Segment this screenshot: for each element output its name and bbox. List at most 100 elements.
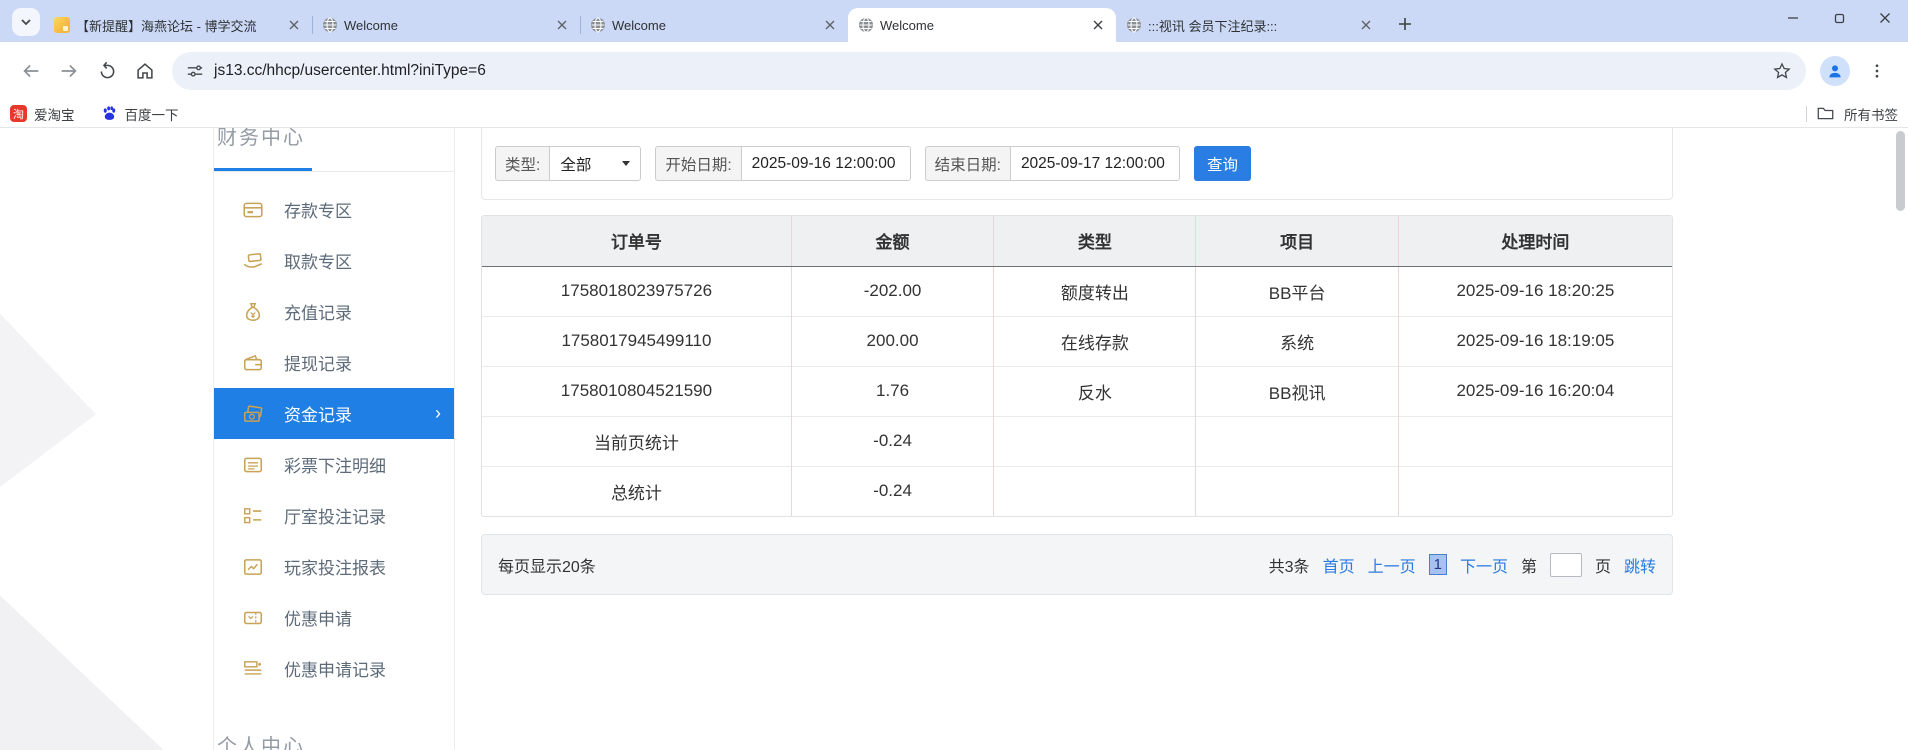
tab-title: Welcome — [344, 17, 398, 33]
browser-menu-button[interactable] — [1858, 52, 1896, 90]
promo-record-icon — [244, 660, 262, 675]
tab-title: 【新提醒】海燕论坛 - 博学交流 — [76, 18, 257, 34]
wallet-icon — [243, 354, 263, 370]
cell-order-no: 1758018023975726 — [482, 265, 792, 316]
sidebar-item-withdraw-record[interactable]: 提现记录 — [214, 337, 454, 388]
tab-close-icon[interactable] — [553, 17, 570, 34]
window-maximize-button[interactable] — [1816, 0, 1862, 36]
cell-type: 反水 — [993, 365, 1196, 416]
forward-icon — [61, 64, 77, 78]
per-page-label: 每页显示20条 — [498, 558, 596, 576]
search-button[interactable]: 查询 — [1193, 146, 1251, 181]
back-button[interactable] — [12, 52, 50, 90]
all-bookmarks-label[interactable]: 所有书签 — [1844, 104, 1898, 124]
header-type: 类型 — [993, 216, 1196, 267]
sidebar-item-hall-bet-record[interactable]: 厅室投注记录 — [214, 490, 454, 541]
url-text[interactable]: js13.cc/hhcp/usercenter.html?iniType=6 — [214, 62, 1772, 80]
cell-amount: 200.00 — [790, 315, 994, 366]
table-row-page-stats: 当前页统计 -0.24 — [482, 415, 1672, 466]
tab-welcome-2[interactable]: Welcome — [580, 8, 848, 42]
tab-title: :::视讯 会员下注纪录::: — [1148, 18, 1278, 34]
tab-search-button[interactable] — [12, 8, 40, 36]
sidebar-item-deposit[interactable]: 存款专区 — [214, 184, 454, 235]
promo-apply-icon — [243, 611, 263, 624]
baidu-icon — [103, 106, 115, 120]
maximize-icon — [1834, 13, 1845, 24]
sidebar-item-promo-record[interactable]: 优惠申请记录 — [214, 643, 454, 694]
header-time: 处理时间 — [1397, 216, 1672, 267]
sidebar-item-recharge-record[interactable]: 充值记录 — [214, 286, 454, 337]
sidebar-item-player-report[interactable]: 玩家投注报表 — [214, 541, 454, 592]
sidebar-item-label: 彩票下注明细 — [284, 457, 386, 476]
globe-favicon — [1127, 17, 1141, 33]
lottery-detail-icon — [243, 457, 263, 472]
money-bag-icon — [245, 302, 261, 321]
cell-order-no: 1758017945499110 — [482, 315, 792, 366]
filter-bar: 类型: 全部 开始日期: 结束日期: 查询 — [481, 128, 1673, 200]
folder-icon — [1817, 107, 1834, 120]
end-date-label: 结束日期: — [924, 146, 1010, 181]
page-scrollbar-thumb[interactable] — [1896, 131, 1905, 211]
header-amount: 金额 — [790, 216, 994, 267]
bookmark-baidu[interactable]: 百度一下 — [101, 104, 179, 124]
sidebar-item-withdraw[interactable]: 取款专区 — [214, 235, 454, 286]
sidebar-item-promo-apply[interactable]: 优惠申请 — [214, 592, 454, 643]
hall-bet-icon — [244, 507, 262, 523]
home-icon — [137, 63, 153, 79]
page-jump-input[interactable] — [1549, 552, 1582, 577]
globe-favicon — [591, 17, 605, 33]
records-table-card: 订单号 金额 类型 项目 处理时间 1758018023975726 -202.… — [481, 215, 1673, 517]
prev-page-link[interactable]: 上一页 — [1368, 553, 1416, 577]
tab-title: Welcome — [612, 17, 666, 33]
funds-record-icon — [243, 404, 263, 422]
home-button[interactable] — [126, 52, 164, 90]
cell-time: 2025-09-16 18:20:25 — [1397, 265, 1672, 316]
watermark-triangle — [0, 278, 96, 513]
bookmarks-bar: 淘 爱淘宝 百度一下 所有书签 — [0, 100, 1908, 128]
current-page-indicator[interactable]: 1 — [1428, 554, 1447, 575]
forum-favicon — [54, 17, 70, 33]
page-body: 财务中心 存款专区 取款专区 充值记录 提现记录 资金记录 › 彩票下注明细 厅… — [0, 128, 1908, 750]
tab-forum[interactable]: 【新提醒】海燕论坛 - 博学交流 — [44, 8, 313, 42]
site-settings-icon[interactable] — [186, 62, 204, 80]
next-page-link[interactable]: 下一页 — [1460, 553, 1508, 577]
header-project: 项目 — [1195, 216, 1399, 267]
new-tab-button[interactable] — [1390, 9, 1420, 39]
bookmarks-separator — [1806, 105, 1807, 122]
tab-close-icon[interactable] — [1357, 17, 1374, 34]
cell-empty — [1397, 415, 1672, 466]
type-select[interactable]: 全部 — [549, 146, 642, 181]
menu-dots-icon — [1875, 64, 1879, 78]
cell-type: 额度转出 — [993, 265, 1196, 316]
sidebar-item-label: 优惠申请记录 — [284, 661, 386, 680]
tab-welcome-1[interactable]: Welcome — [312, 8, 581, 42]
sidebar-item-funds-record[interactable]: 资金记录 › — [214, 388, 454, 439]
sidebar-item-lottery-detail[interactable]: 彩票下注明细 — [214, 439, 454, 490]
back-icon — [23, 64, 39, 78]
start-date-input[interactable] — [751, 154, 900, 173]
window-minimize-button[interactable] — [1770, 0, 1816, 36]
sidebar-item-label: 厅室投注记录 — [284, 508, 386, 527]
tab-strip: 【新提醒】海燕论坛 - 博学交流 Welcome Welcome Welcome… — [0, 0, 1908, 42]
watermark-triangle — [0, 586, 170, 750]
tab-close-icon[interactable] — [1089, 17, 1106, 34]
address-bar[interactable]: js13.cc/hhcp/usercenter.html?iniType=6 — [172, 52, 1806, 90]
first-page-link[interactable]: 首页 — [1323, 553, 1355, 577]
bookmark-star-icon[interactable] — [1772, 61, 1792, 81]
tab-video-records[interactable]: :::视讯 会员下注纪录::: — [1116, 8, 1384, 42]
end-date-input[interactable] — [1020, 154, 1169, 173]
jump-suffix-label: 页 — [1594, 558, 1611, 576]
sidebar-item-label: 充值记录 — [284, 304, 352, 323]
bookmark-label: 爱淘宝 — [34, 107, 75, 123]
jump-button[interactable]: 跳转 — [1624, 553, 1656, 577]
tab-welcome-active[interactable]: Welcome — [848, 8, 1116, 42]
window-close-button[interactable] — [1862, 0, 1908, 36]
reload-button[interactable] — [88, 52, 126, 90]
cell-project: BB平台 — [1195, 265, 1399, 316]
table-row-total-stats: 总统计 -0.24 — [482, 465, 1672, 516]
tab-close-icon[interactable] — [285, 17, 302, 34]
forward-button[interactable] — [50, 52, 88, 90]
profile-avatar[interactable] — [1820, 56, 1850, 86]
bookmark-taobao[interactable]: 淘 爱淘宝 — [10, 104, 75, 124]
tab-close-icon[interactable] — [821, 17, 838, 34]
